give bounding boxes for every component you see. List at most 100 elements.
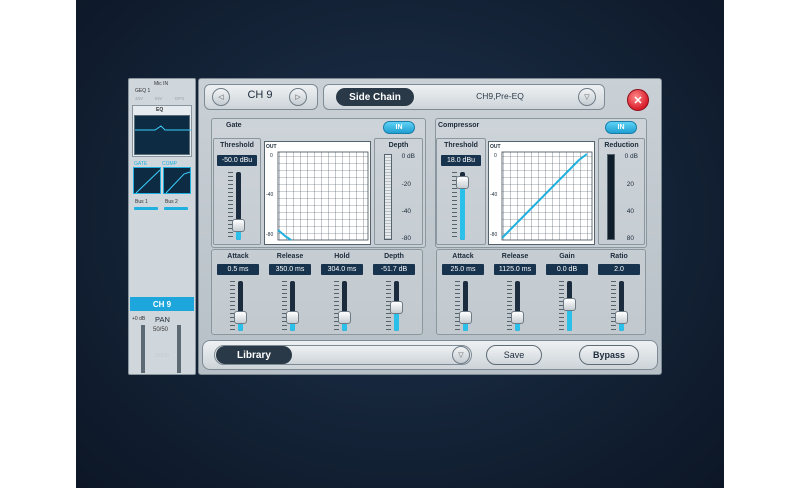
gate-title: Gate	[226, 122, 242, 129]
gate-transfer-graph	[264, 141, 371, 245]
strip-channel-name[interactable]: CH 9	[130, 297, 194, 311]
gate-param-label-0: Attack	[227, 253, 249, 260]
invert-label[interactable]: INV	[155, 96, 163, 101]
gate-param-fader-3[interactable]	[386, 281, 403, 331]
channel-name: CH 9	[247, 89, 273, 101]
gate-param-value-3[interactable]: -51.7 dB	[373, 264, 415, 275]
gate-depth-label: Depth	[388, 142, 409, 149]
gate-param-fader-1-knob[interactable]	[286, 310, 299, 324]
pan-label: PAN	[155, 315, 170, 324]
compressor-in-button[interactable]: IN	[605, 121, 637, 134]
dpx-label[interactable]: DPX	[175, 96, 184, 101]
gate-param-value-1[interactable]: 350.0 ms	[269, 264, 311, 275]
comp-param-fader-2[interactable]	[559, 281, 576, 331]
gate-param-value-2[interactable]: 304.0 ms	[321, 264, 363, 275]
gate-param-value-0[interactable]: 0.5 ms	[217, 264, 259, 275]
strip-level-label: +0 dB	[132, 316, 146, 322]
strip-fader-track[interactable]	[141, 325, 145, 373]
comp-reduction-tick-3: 80	[626, 235, 634, 242]
strip-meter	[177, 325, 181, 373]
chevron-right-icon: ▷	[295, 94, 301, 101]
gate-depth-tick-1: -20	[401, 181, 411, 188]
gate-threshold-label: Threshold	[220, 142, 254, 149]
comp-reduction-tick-2: 40	[626, 208, 634, 215]
comp-param-label-3: Ratio	[610, 253, 628, 260]
mic-in-label: Mic IN	[154, 81, 169, 87]
gate-param-fader-0[interactable]	[230, 281, 247, 331]
eq-label: EQ	[156, 107, 164, 113]
chevron-left-icon: ◁	[218, 94, 224, 101]
close-icon: ✕	[633, 94, 643, 107]
comp-param-value-3[interactable]: 2.0	[598, 264, 640, 275]
pan-value[interactable]: 50/50	[153, 327, 168, 333]
gate-in-button[interactable]: IN	[383, 121, 415, 134]
save-button[interactable]: Save	[486, 345, 542, 365]
comp-transfer-plot	[501, 151, 593, 241]
comp-graph-out-label: OUT	[490, 144, 501, 150]
bypass-button[interactable]: Bypass	[579, 345, 639, 365]
gate-param-fader-2-knob[interactable]	[338, 310, 351, 324]
comp-param-fader-1[interactable]	[507, 281, 524, 331]
gate-threshold-fader[interactable]	[228, 172, 245, 240]
comp-param-value-2[interactable]: 0.0 dB	[546, 264, 588, 275]
comp-graph-tick-1: -40	[490, 192, 498, 198]
gate-graph-tick-2: -80	[266, 232, 274, 238]
gate-param-label-3: Depth	[384, 253, 404, 260]
comp-reduction-tick-0: 0 dB	[624, 153, 638, 160]
gate-graph-tick-0: 0	[270, 153, 273, 159]
side-chain-label: Side Chain	[336, 88, 414, 106]
bus1-label: Bus 1	[135, 199, 148, 205]
gate-param-fader-1[interactable]	[282, 281, 299, 331]
comp-param-value-1[interactable]: 1125.0 ms	[494, 264, 536, 275]
comp-reduction-meter	[607, 154, 615, 240]
gate-param-fader-2[interactable]	[334, 281, 351, 331]
comp-threshold-fader[interactable]	[452, 172, 469, 240]
gate-mini-graph[interactable]	[133, 167, 161, 194]
compressor-title: Compressor	[438, 122, 480, 129]
next-channel-button[interactable]: ▷	[289, 88, 307, 106]
comp-param-fader-1-knob[interactable]	[511, 310, 524, 324]
comp-graph-tick-2: -80	[490, 232, 498, 238]
comp-threshold-label: Threshold	[444, 142, 478, 149]
eq-mini-curve	[135, 125, 191, 131]
side-chain-dropdown-button[interactable]: ▽	[578, 88, 596, 106]
bus2-level-bar[interactable]	[164, 207, 188, 210]
comp-param-fader-0[interactable]	[455, 281, 472, 331]
comp-param-fader-2-knob[interactable]	[563, 297, 576, 311]
bus2-label: Bus 2	[165, 199, 178, 205]
comp-param-value-0[interactable]: 25.0 ms	[442, 264, 484, 275]
comp-param-fader-0-knob[interactable]	[459, 310, 472, 324]
channel-strip[interactable]: Mic IN GEQ 1 48V INV DPX EQ GATE COMP Bu…	[128, 78, 196, 375]
eq-mini-graph[interactable]	[134, 115, 191, 155]
gate-param-fader-0-knob[interactable]	[234, 310, 247, 324]
gate-depth-tick-3: -80	[401, 235, 411, 242]
comp-param-label-1: Release	[501, 253, 529, 260]
gate-param-label-2: Hold	[334, 253, 350, 260]
gate-graph-out-label: OUT	[266, 144, 277, 150]
gate-depth-meter	[384, 154, 392, 240]
gate-threshold-value[interactable]: -50.0 dBu	[217, 155, 257, 166]
bus1-level-bar[interactable]	[134, 207, 158, 210]
comp-threshold-fader-knob[interactable]	[456, 176, 469, 190]
library-dropdown-button[interactable]: ▽	[452, 346, 470, 364]
comp-param-fader-3-knob[interactable]	[615, 310, 628, 324]
gate-graph-tick-1: -40	[266, 192, 274, 198]
comp-reduction-label: Reduction	[604, 142, 639, 149]
comp-mini-graph[interactable]	[163, 167, 191, 194]
close-button[interactable]: ✕	[627, 89, 649, 111]
phantom-label[interactable]: 48V	[135, 96, 143, 101]
gate-mini-curve	[135, 169, 161, 194]
gate-param-fader-3-knob[interactable]	[390, 301, 403, 315]
gate-threshold-fader-knob[interactable]	[232, 218, 245, 232]
comp-reduction-tick-1: 20	[626, 181, 634, 188]
chevron-down-icon: ▽	[584, 94, 590, 101]
geq-label[interactable]: GEQ 1	[135, 88, 150, 94]
gate-depth-tick-0: 0 dB	[401, 153, 415, 160]
solo-label[interactable]: SOLO	[155, 353, 169, 359]
gate-transfer-plot	[277, 151, 369, 241]
comp-param-fader-3[interactable]	[611, 281, 628, 331]
comp-threshold-value[interactable]: 18.0 dBu	[441, 155, 481, 166]
gate-param-label-1: Release	[276, 253, 304, 260]
prev-channel-button[interactable]: ◁	[212, 88, 230, 106]
side-chain-value[interactable]: CH9,Pre-EQ	[440, 91, 560, 101]
